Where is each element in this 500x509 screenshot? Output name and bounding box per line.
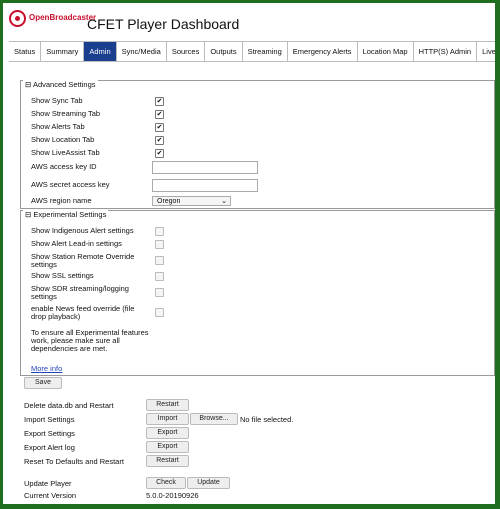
tab-location-map[interactable]: Location Map xyxy=(358,42,414,61)
aws-region-value: Oregon xyxy=(157,198,181,205)
tab-summary[interactable]: Summary xyxy=(41,42,85,61)
experimental-settings-fieldset: ⊟ Experimental Settings Show Indigenous … xyxy=(20,210,495,376)
experimental-checkbox-3[interactable] xyxy=(155,272,164,281)
experimental-checkbox-4[interactable] xyxy=(155,288,164,297)
tab-outputs[interactable]: Outputs xyxy=(205,42,243,61)
experimental-checkbox-5[interactable] xyxy=(155,308,164,317)
brand-logo-icon xyxy=(9,10,26,27)
header: OpenBroadcaster CFET Player Dashboard xyxy=(3,3,495,40)
advanced-checkbox-1[interactable]: ✔ xyxy=(155,110,164,119)
import-button[interactable]: Import xyxy=(146,413,189,425)
tab-sync-media[interactable]: Sync/Media xyxy=(117,42,167,61)
tab-streaming[interactable]: Streaming xyxy=(243,42,288,61)
current-version-value: 5.0.0-20190926 xyxy=(146,491,199,500)
tab-admin[interactable]: Admin xyxy=(84,42,117,61)
check-update-button[interactable]: Check xyxy=(146,477,186,489)
aws-region-select[interactable]: Oregon ⌄ xyxy=(152,196,231,206)
tab-status[interactable]: Status xyxy=(9,42,42,61)
export-alert-label: Export Alert log xyxy=(24,443,75,452)
aws-key-label: AWS access key ID xyxy=(31,162,97,171)
advanced-checkbox-0[interactable]: ✔ xyxy=(155,97,164,106)
experimental-label-5: enable News feed override (file drop pla… xyxy=(31,304,135,321)
export-alert-button[interactable]: Export xyxy=(146,441,189,453)
import-settings-label: Import Settings xyxy=(24,415,75,424)
tab-bar: Status Summary Admin Sync/Media Sources Outpu… xyxy=(9,41,495,62)
experimental-checkbox-1[interactable] xyxy=(155,240,164,249)
advanced-checkbox-2[interactable]: ✔ xyxy=(155,123,164,132)
advanced-label-2: Show Alerts Tab xyxy=(31,122,85,131)
tab-live-assist[interactable]: Live Assist xyxy=(477,42,495,61)
export-settings-label: Export Settings xyxy=(24,429,75,438)
app-frame: OpenBroadcaster CFET Player Dashboard St… xyxy=(3,3,495,504)
file-status: No file selected. xyxy=(240,415,294,424)
more-info-link[interactable]: More info xyxy=(31,365,62,373)
advanced-checkbox-3[interactable]: ✔ xyxy=(155,136,164,145)
advanced-label-4: Show LiveAssist Tab xyxy=(31,148,100,157)
experimental-checkbox-2[interactable] xyxy=(155,256,164,265)
reset-defaults-label: Reset To Defaults and Restart xyxy=(24,457,124,466)
experimental-label-2: Show Station Remote Override settings xyxy=(31,252,135,269)
experimental-label-3: Show SSL settings xyxy=(31,271,94,280)
delete-db-restart-button[interactable]: Restart xyxy=(146,399,189,411)
chevron-down-icon: ⌄ xyxy=(221,198,227,205)
experimental-label-1: Show Alert Lead-in settings xyxy=(31,239,122,248)
experimental-label-4: Show SDR streaming/logging settings xyxy=(31,284,129,301)
aws-secret-label: AWS secret access key xyxy=(31,180,110,189)
experimental-note: To ensure all Experimental features work… xyxy=(31,328,149,353)
page-title: CFET Player Dashboard xyxy=(87,16,240,32)
reset-restart-button[interactable]: Restart xyxy=(146,455,189,467)
aws-secret-input[interactable] xyxy=(152,179,258,192)
advanced-settings-legend[interactable]: ⊟ Advanced Settings xyxy=(23,80,98,89)
advanced-label-3: Show Location Tab xyxy=(31,135,95,144)
delete-db-label: Delete data.db and Restart xyxy=(24,401,114,410)
tab-sources[interactable]: Sources xyxy=(167,42,206,61)
advanced-settings-fieldset: ⊟ Advanced Settings Show Sync Tab ✔ Show S… xyxy=(20,80,495,209)
experimental-label-0: Show Indigenous Alert settings xyxy=(31,226,134,235)
update-button[interactable]: Update xyxy=(187,477,230,489)
current-version-label: Current Version xyxy=(24,491,77,500)
advanced-label-0: Show Sync Tab xyxy=(31,96,83,105)
browse-button[interactable]: Browse... xyxy=(190,413,238,425)
advanced-label-1: Show Streaming Tab xyxy=(31,109,101,118)
export-settings-button[interactable]: Export xyxy=(146,427,189,439)
save-button[interactable]: Save xyxy=(24,377,62,389)
tab-http-s-admin[interactable]: HTTP(S) Admin xyxy=(414,42,478,61)
experimental-checkbox-0[interactable] xyxy=(155,227,164,236)
advanced-checkbox-4[interactable]: ✔ xyxy=(155,149,164,158)
aws-key-input[interactable] xyxy=(152,161,258,174)
experimental-settings-legend[interactable]: ⊟ Experimental Settings xyxy=(23,210,109,219)
update-player-label: Update Player xyxy=(24,479,72,488)
tab-emergency-alerts[interactable]: Emergency Alerts xyxy=(288,42,358,61)
aws-region-label: AWS region name xyxy=(31,196,92,205)
